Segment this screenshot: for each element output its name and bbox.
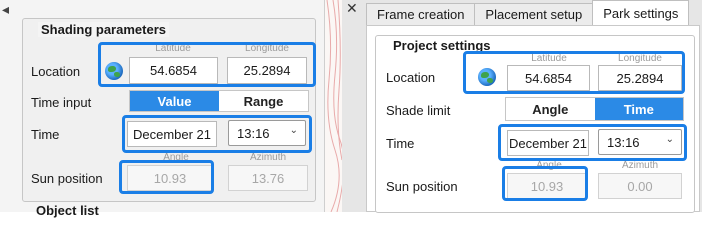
collapse-arrow-icon[interactable]: ◂ <box>2 1 9 18</box>
azimuth-caption: Azimuth <box>621 160 659 171</box>
date-field[interactable]: December 21 <box>127 121 217 147</box>
globe-icon[interactable] <box>478 68 496 86</box>
shade-limit-toggle: Angle Time <box>505 97 684 121</box>
shading-parameters-group: Shading parameters Latitude Longitude Lo… <box>22 18 316 202</box>
longitude-caption: Longitude <box>618 53 662 64</box>
location-label: Location <box>386 70 436 85</box>
settings-panel: ✕ Frame creation Placement setup Park se… <box>342 0 702 213</box>
time-select-value: 13:16 <box>237 125 270 141</box>
toggle-range-button[interactable]: Range <box>219 91 308 111</box>
close-icon[interactable]: ✕ <box>346 0 358 17</box>
tab-content: Project settings Latitude Longitude Loca… <box>366 25 700 213</box>
shade-limit-label: Shade limit <box>386 103 451 118</box>
longitude-caption: Longitude <box>245 43 289 54</box>
longitude-field[interactable]: 25.2894 <box>598 65 682 91</box>
chevron-down-icon: ⌄ <box>289 125 298 136</box>
group-title: Project settings <box>390 38 494 53</box>
globe-icon[interactable] <box>105 62 123 80</box>
time-label: Time <box>31 127 60 142</box>
sun-azimuth-field: 0.00 <box>598 173 682 199</box>
time-label: Time <box>386 136 415 151</box>
contour-lines <box>326 0 342 212</box>
time-input-toggle: Value Range <box>129 90 309 112</box>
sun-position-label: Sun position <box>31 171 103 186</box>
shading-panel: ◂ Shading parameters Latitude Longitude … <box>0 0 325 218</box>
sun-azimuth-field: 13.76 <box>228 165 308 191</box>
toggle-value-button[interactable]: Value <box>130 91 219 111</box>
sun-angle-field: 10.93 <box>127 165 213 191</box>
latitude-caption: Latitude <box>155 43 191 54</box>
time-select[interactable]: 13:16 ⌄ <box>598 129 682 155</box>
tab-park-settings[interactable]: Park settings <box>592 0 690 25</box>
time-select-value: 13:16 <box>607 134 640 150</box>
canvas-strip <box>325 0 342 212</box>
longitude-field[interactable]: 25.2894 <box>227 57 307 84</box>
time-input-label: Time input <box>31 95 92 110</box>
group-title: Shading parameters <box>38 22 169 37</box>
latitude-field[interactable]: 54.6854 <box>507 65 590 91</box>
toggle-time-button[interactable]: Time <box>594 98 683 120</box>
latitude-caption: Latitude <box>531 53 567 64</box>
object-list-title: Object list <box>36 203 99 218</box>
tab-frame-creation[interactable]: Frame creation <box>366 3 476 25</box>
sun-angle-field: 10.93 <box>507 173 587 199</box>
project-settings-group: Project settings Latitude Longitude Loca… <box>375 35 695 213</box>
angle-caption: Angle <box>163 152 189 163</box>
time-select[interactable]: 13:16 ⌄ <box>228 120 306 146</box>
angle-caption: Angle <box>536 160 562 171</box>
latitude-field[interactable]: 54.6854 <box>129 57 218 84</box>
sun-position-label: Sun position <box>386 179 458 194</box>
tab-placement-setup[interactable]: Placement setup <box>474 3 594 25</box>
date-field[interactable]: December 21 <box>507 130 589 156</box>
toggle-angle-button[interactable]: Angle <box>506 98 595 120</box>
chevron-down-icon: ⌄ <box>665 134 674 145</box>
tab-bar: Frame creation Placement setup Park sett… <box>366 0 690 25</box>
azimuth-caption: Azimuth <box>249 152 287 163</box>
location-label: Location <box>31 64 81 79</box>
